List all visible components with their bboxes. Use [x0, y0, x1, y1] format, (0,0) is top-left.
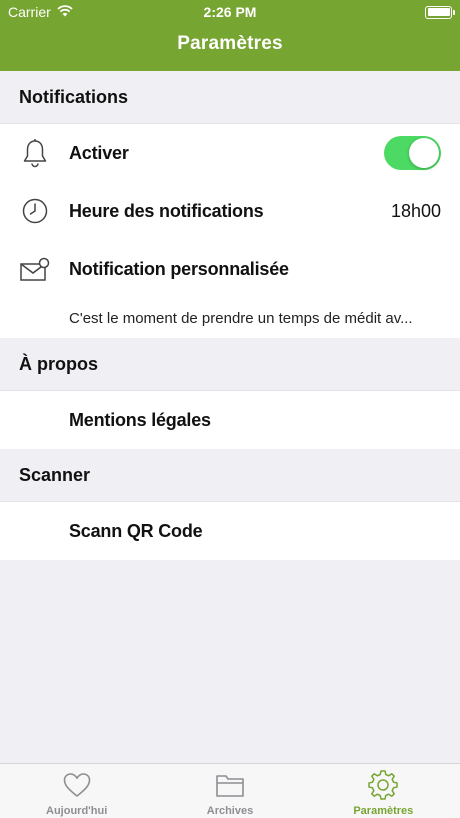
wifi-icon [57, 4, 73, 20]
battery-icon [425, 5, 455, 19]
status-left: Carrier [8, 4, 73, 20]
clock-icon [19, 195, 51, 227]
section-header-about: À propos [0, 338, 460, 391]
carrier-label: Carrier [8, 4, 51, 20]
time-value: 18h00 [390, 200, 441, 221]
gear-icon [368, 770, 399, 800]
heart-icon [62, 770, 92, 800]
custom-label: Notification personnalisée [69, 258, 289, 279]
navigation-header: Carrier 2:26 PM Paramètres [0, 0, 460, 71]
tab-archives[interactable]: Archives [153, 764, 306, 818]
legal-label: Mentions légales [69, 409, 211, 430]
section-notifications: Activer Heure des notifications 18h00 No… [0, 124, 460, 338]
enable-toggle[interactable] [384, 136, 441, 170]
section-about: Mentions légales [0, 391, 460, 449]
row-enable-notifications: Activer [0, 124, 460, 182]
tab-bar: Aujourd'hui Archives Paramètres [0, 763, 460, 818]
bell-icon [19, 137, 51, 169]
message-icon [19, 253, 51, 285]
enable-label: Activer [69, 142, 129, 163]
tab-settings[interactable]: Paramètres [307, 764, 460, 818]
status-bar: Carrier [0, 0, 460, 24]
page-title: Paramètres [177, 33, 283, 54]
qr-label: Scann QR Code [69, 520, 203, 541]
section-header-notifications: Notifications [0, 71, 460, 124]
tab-today[interactable]: Aujourd'hui [0, 764, 153, 818]
custom-notification-text: C'est le moment de prendre un temps de m… [69, 309, 413, 327]
tab-settings-label: Paramètres [353, 805, 414, 817]
section-scanner: Scann QR Code [0, 502, 460, 560]
tab-archives-label: Archives [206, 805, 254, 817]
row-custom-text[interactable]: C'est le moment de prendre un temps de m… [0, 298, 460, 338]
row-custom-notification[interactable]: Notification personnalisée [0, 240, 460, 298]
row-legal-mentions[interactable]: Mentions légales [0, 391, 460, 449]
row-scan-qr[interactable]: Scann QR Code [0, 502, 460, 560]
folder-icon [215, 770, 245, 800]
section-header-scanner: Scanner [0, 449, 460, 502]
row-notification-time[interactable]: Heure des notifications 18h00 [0, 182, 460, 240]
tab-today-label: Aujourd'hui [46, 805, 108, 817]
time-label: Heure des notifications [69, 200, 264, 221]
